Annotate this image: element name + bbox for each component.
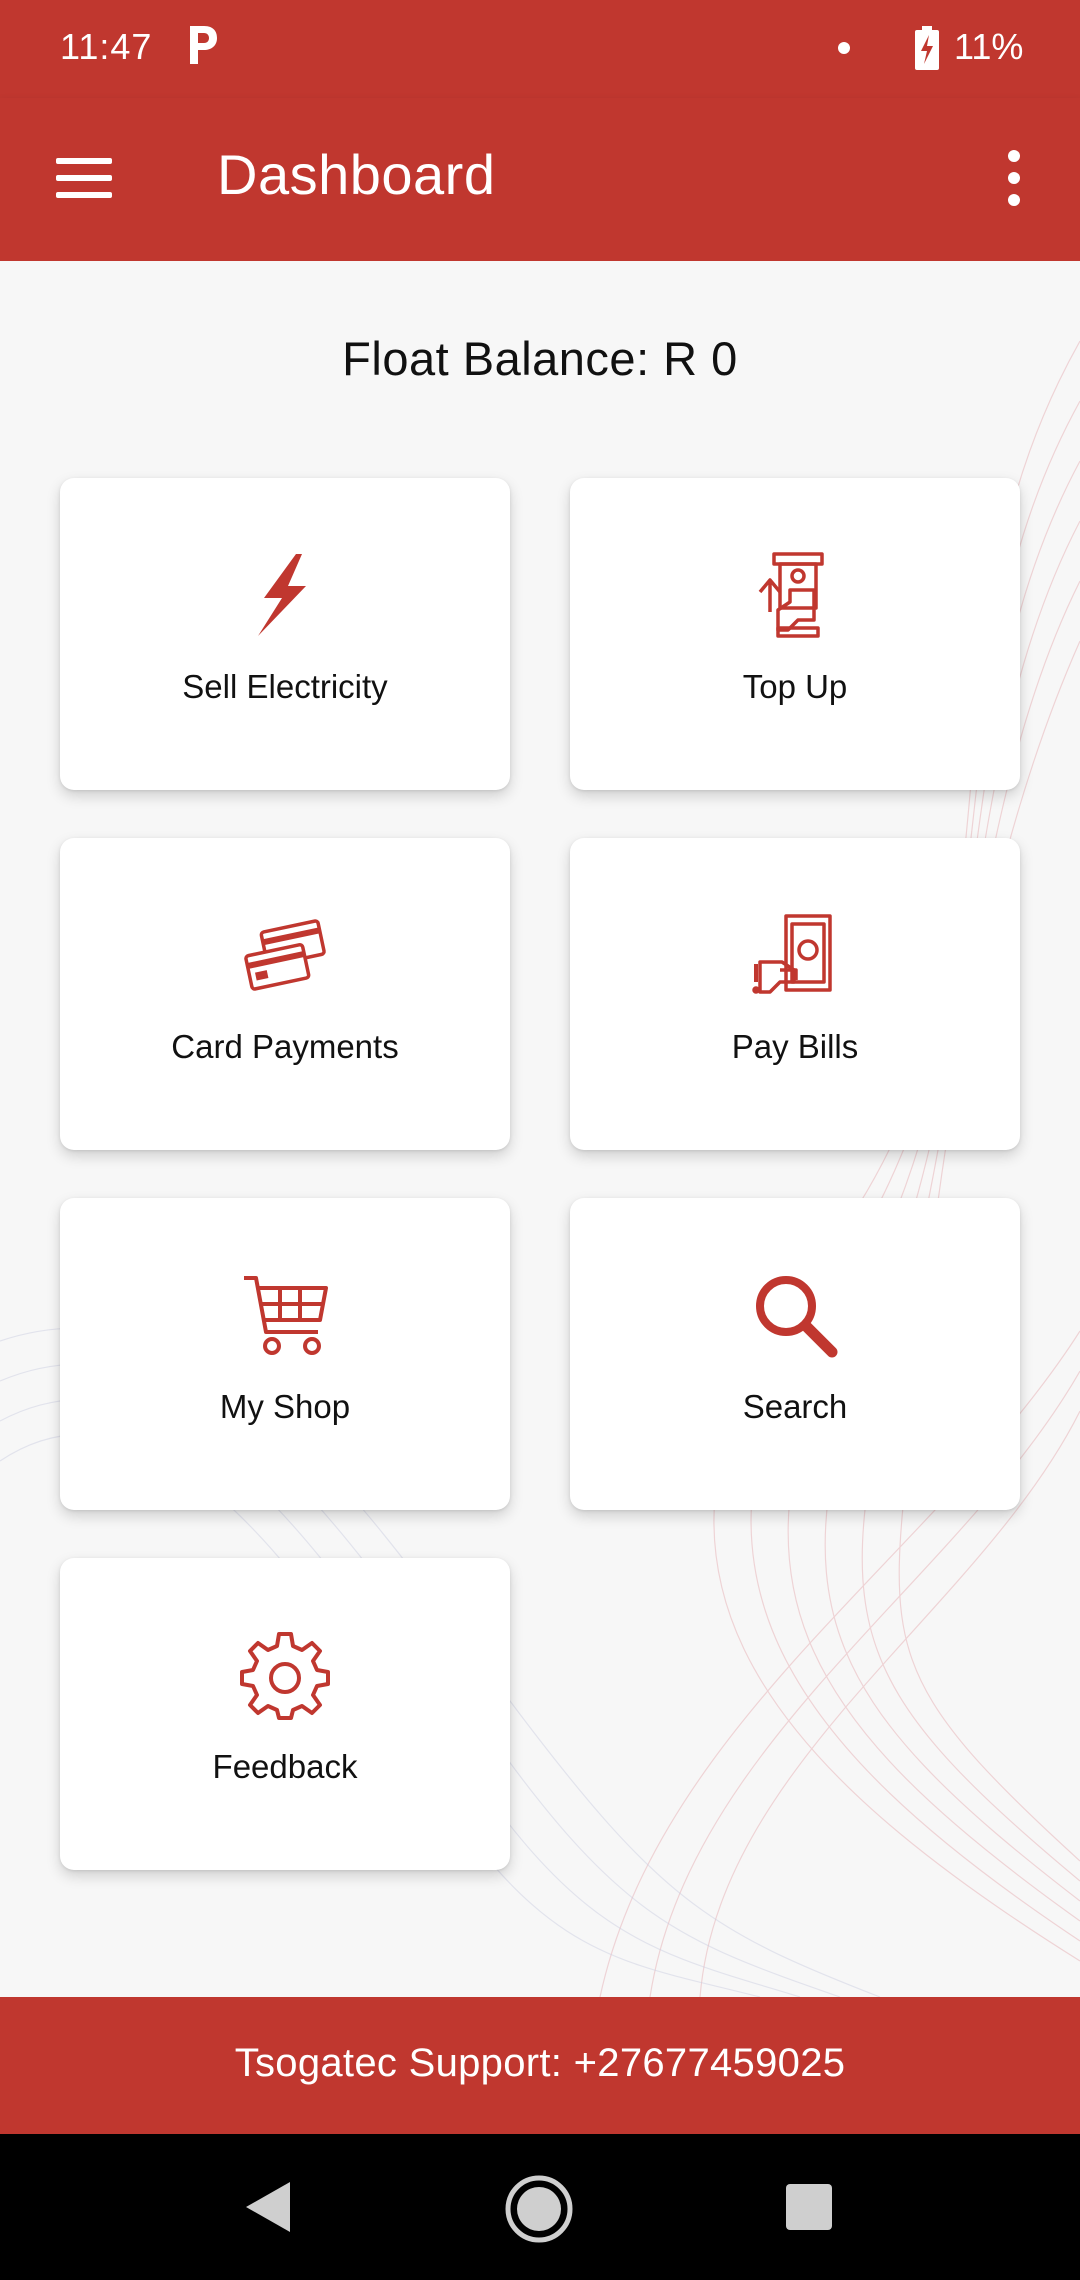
menu-icon[interactable]: [56, 158, 112, 198]
search-icon: [756, 1276, 838, 1358]
my-shop-tile[interactable]: My Shop: [60, 1198, 510, 1510]
cash-hand-icon: [752, 914, 832, 994]
notification-dot-icon: [838, 42, 850, 54]
tile-label: Pay Bills: [731, 1028, 859, 1065]
more-options-icon[interactable]: [1000, 150, 1028, 206]
shopping-cart-icon: [244, 1276, 328, 1355]
tile-label: Sell Electricity: [182, 668, 388, 705]
top-up-tile[interactable]: Top Up: [570, 478, 1020, 790]
battery-percentage: 11%: [954, 26, 1024, 67]
gear-icon: [240, 1632, 330, 1720]
support-contact: Tsogatec Support: +27677459025: [234, 2041, 846, 2085]
battery-charging-icon: [915, 26, 939, 70]
pay-bills-tile[interactable]: Pay Bills: [570, 838, 1020, 1150]
app-bar: Dashboard: [0, 98, 1080, 261]
back-icon[interactable]: [244, 2180, 292, 2234]
tile-label: Feedback: [212, 1748, 358, 1785]
dashboard-content: Float Balance: R 0 Sell Electricity Top …: [0, 261, 1080, 1997]
status-bar: 11:47 11%: [0, 0, 1080, 98]
feedback-tile[interactable]: Feedback: [60, 1558, 510, 1870]
lightning-icon: [258, 554, 306, 636]
status-time: 11:47: [60, 26, 153, 67]
float-balance: Float Balance: R 0: [342, 332, 738, 385]
recent-apps-icon[interactable]: [786, 2184, 832, 2230]
parking-notification-icon: [190, 26, 217, 64]
system-nav-bar: [0, 2134, 1080, 2280]
page-title: Dashboard: [217, 143, 496, 206]
sell-electricity-tile[interactable]: Sell Electricity: [60, 478, 510, 790]
card-payments-tile[interactable]: Card Payments: [60, 838, 510, 1150]
credit-cards-icon: [244, 919, 326, 991]
home-icon[interactable]: [504, 2174, 574, 2244]
support-footer[interactable]: Tsogatec Support: +27677459025: [0, 1997, 1080, 2134]
tile-label: Top Up: [742, 668, 848, 705]
tile-label: Card Payments: [171, 1028, 399, 1065]
search-tile[interactable]: Search: [570, 1198, 1020, 1510]
tile-label: My Shop: [219, 1388, 351, 1425]
atm-topup-icon: [758, 552, 824, 638]
tile-label: Search: [742, 1388, 848, 1425]
